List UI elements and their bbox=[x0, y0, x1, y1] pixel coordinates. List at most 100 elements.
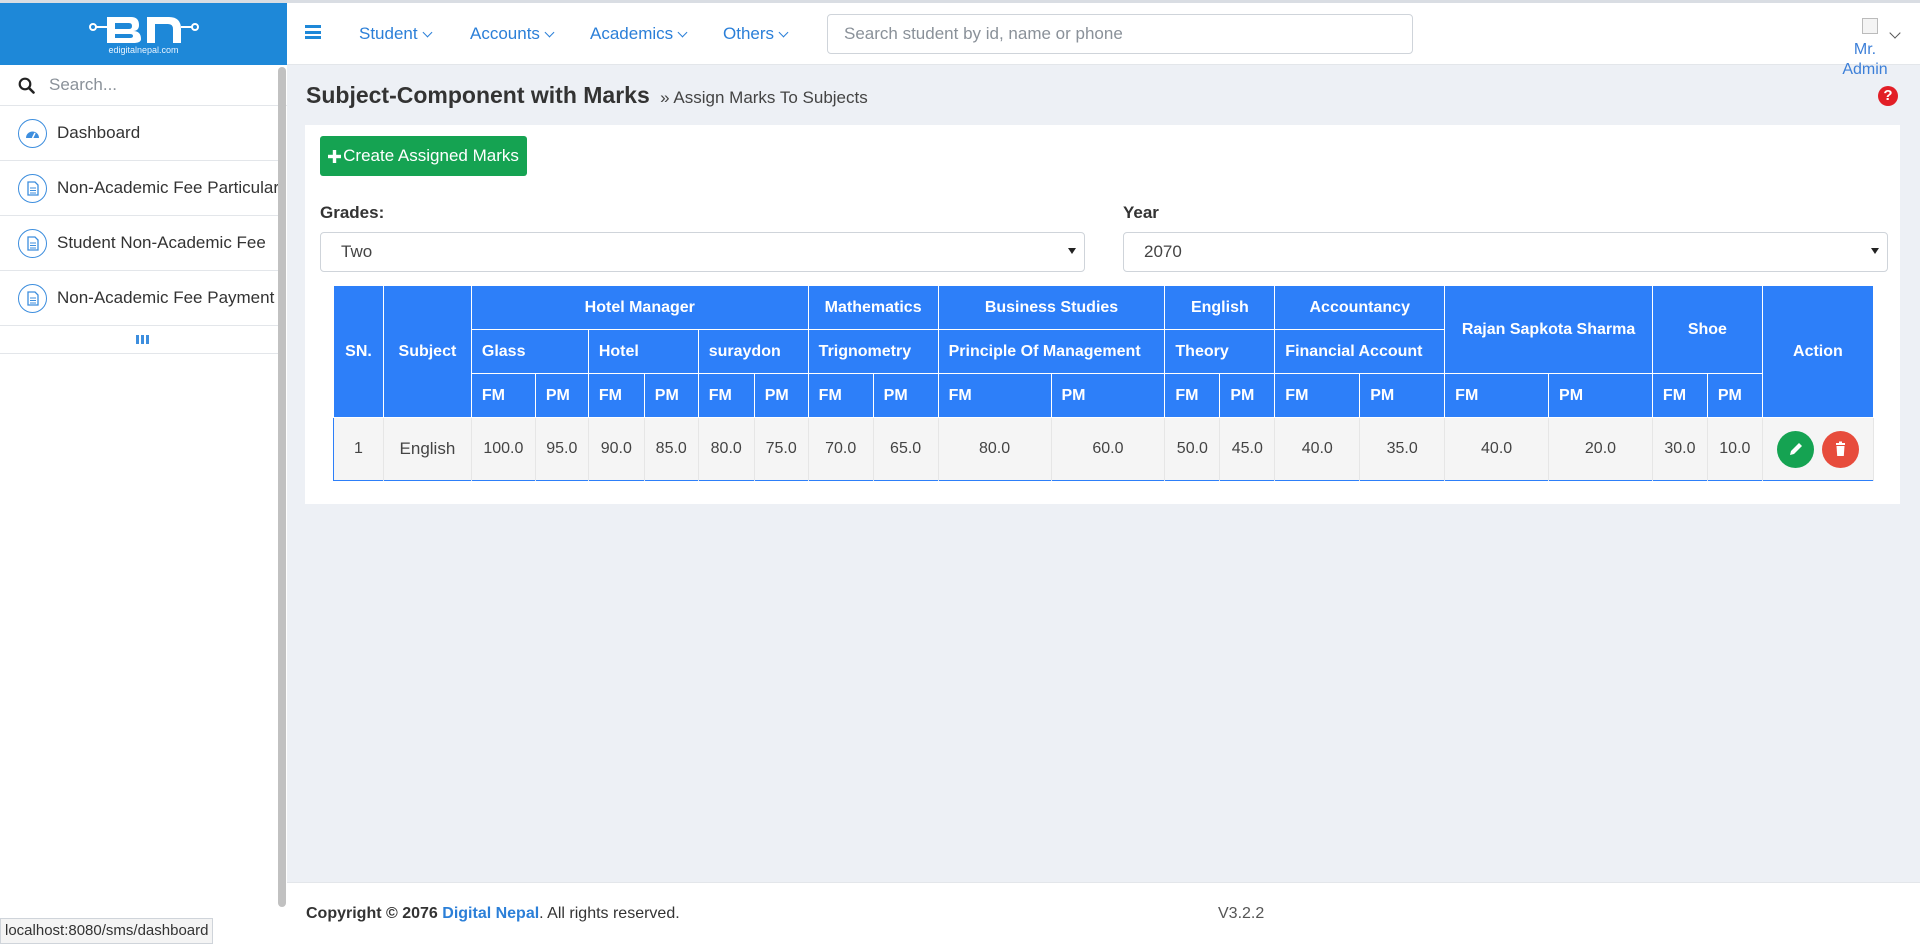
logo-mark-icon bbox=[88, 17, 199, 43]
fm-header: FM bbox=[1274, 373, 1361, 418]
fm-header: FM bbox=[807, 373, 874, 418]
footer: Copyright © 2076 Digital Nepal. All righ… bbox=[287, 882, 1920, 944]
document-icon bbox=[18, 173, 47, 203]
top-navbar: Student Accounts Academics Others Mr. Ad… bbox=[287, 3, 1920, 78]
cell-mark: 95.0 bbox=[535, 417, 589, 481]
sidebar-more-icon[interactable] bbox=[0, 326, 285, 354]
component-header: suraydon bbox=[697, 329, 809, 374]
group-header: English bbox=[1164, 285, 1276, 330]
logo-subtitle: edigitalnepal.com bbox=[108, 45, 179, 55]
pencil-icon bbox=[1789, 442, 1802, 455]
student-search-input[interactable] bbox=[827, 14, 1413, 54]
sidebar-item-label: Student Non-Academic Fee bbox=[57, 233, 266, 252]
chevron-down-icon bbox=[544, 27, 555, 37]
nav-menu-others[interactable]: Others bbox=[723, 3, 789, 65]
copyright: Copyright © 2076 Digital Nepal. All righ… bbox=[306, 905, 680, 923]
pm-header: PM bbox=[1359, 373, 1446, 418]
cell-mark: 40.0 bbox=[1274, 417, 1361, 481]
nav-menu-accounts[interactable]: Accounts bbox=[470, 3, 555, 65]
breadcrumb: » Assign Marks To Subjects bbox=[660, 88, 868, 107]
pm-header: PM bbox=[1548, 373, 1653, 418]
pm-header: PM bbox=[872, 373, 939, 418]
nav-menu-student[interactable]: Student bbox=[359, 3, 433, 65]
cell-mark: 80.0 bbox=[938, 417, 1052, 481]
copyright-prefix: Copyright © 2076 bbox=[306, 905, 443, 922]
cell-mark: 40.0 bbox=[1444, 417, 1550, 481]
content-card: Create Assigned Marks Grades: Two Year 2… bbox=[305, 125, 1900, 504]
create-button-label: Create Assigned Marks bbox=[343, 146, 519, 165]
sidebar-scrollbar[interactable] bbox=[278, 67, 286, 907]
fm-header: FM bbox=[1651, 373, 1708, 418]
chevron-down-icon bbox=[422, 27, 433, 37]
page-title: Subject-Component with Marks » Assign Ma… bbox=[306, 82, 868, 109]
cell-mark: 20.0 bbox=[1548, 417, 1653, 481]
group-header: Accountancy bbox=[1274, 285, 1446, 330]
cell-action bbox=[1762, 417, 1875, 481]
user-avatar[interactable]: Mr. Admin bbox=[1840, 18, 1890, 80]
marks-table: SN. Subject Hotel Manager Mathematics Bu… bbox=[333, 285, 1875, 481]
sidebar-item-label: Dashboard bbox=[57, 123, 141, 142]
avatar-broken-image-icon bbox=[1862, 18, 1878, 34]
cell-mark: 85.0 bbox=[644, 417, 699, 481]
cell-mark: 65.0 bbox=[873, 417, 939, 481]
brand-link[interactable]: Digital Nepal bbox=[442, 905, 539, 922]
group-header: Rajan Sapkota Sharma bbox=[1444, 285, 1653, 374]
dropdown-arrow-icon bbox=[1871, 248, 1879, 254]
page-title-text: Subject-Component with Marks bbox=[306, 82, 650, 108]
fm-header: FM bbox=[937, 373, 1052, 418]
nav-menu-academics[interactable]: Academics bbox=[590, 3, 688, 65]
col-action: Action bbox=[1761, 285, 1875, 418]
cell-subject: English bbox=[383, 417, 472, 481]
trash-icon bbox=[1836, 441, 1846, 456]
group-header: Business Studies bbox=[937, 285, 1166, 330]
fm-header: FM bbox=[587, 373, 645, 418]
sidebar-item-label: Non-Academic Fee Particular bbox=[57, 178, 280, 197]
component-header: Hotel bbox=[587, 329, 699, 374]
sidebar-search-input[interactable] bbox=[49, 75, 269, 95]
edit-button[interactable] bbox=[1776, 430, 1814, 468]
sidebar-search bbox=[0, 65, 287, 106]
group-header: Shoe bbox=[1651, 285, 1763, 374]
component-header: Theory bbox=[1164, 329, 1276, 374]
group-header: Hotel Manager bbox=[470, 285, 809, 330]
grades-select[interactable]: Two bbox=[320, 232, 1085, 272]
grades-selected-value: Two bbox=[341, 242, 373, 261]
cell-mark: 100.0 bbox=[471, 417, 536, 481]
cell-mark: 60.0 bbox=[1051, 417, 1166, 481]
document-icon bbox=[18, 283, 47, 313]
sidebar-item-dashboard[interactable]: Dashboard bbox=[0, 106, 285, 161]
nav-menu-label: Accounts bbox=[470, 24, 540, 43]
status-bar-url: localhost:8080/sms/dashboard bbox=[0, 918, 214, 944]
help-icon[interactable]: ? bbox=[1878, 86, 1898, 106]
user-menu-chevron-icon[interactable] bbox=[1889, 27, 1901, 39]
cell-mark: 70.0 bbox=[808, 417, 874, 481]
cell-sn: 1 bbox=[333, 417, 384, 481]
hamburger-menu-icon[interactable] bbox=[305, 25, 321, 39]
nav-menu-label: Student bbox=[359, 24, 418, 43]
cell-mark: 10.0 bbox=[1707, 417, 1763, 481]
component-header: Trignometry bbox=[807, 329, 939, 374]
brand-logo[interactable]: edigitalnepal.com bbox=[0, 3, 287, 65]
sidebar-item-non-academic-fee-particular[interactable]: Non-Academic Fee Particular bbox=[0, 161, 285, 216]
delete-button[interactable] bbox=[1822, 430, 1860, 468]
plus-icon bbox=[328, 149, 342, 163]
nav-menu-label: Others bbox=[723, 24, 775, 43]
year-selected-value: 2070 bbox=[1144, 242, 1182, 261]
cell-mark: 35.0 bbox=[1359, 417, 1446, 481]
cell-mark: 45.0 bbox=[1219, 417, 1276, 481]
pm-header: PM bbox=[1219, 373, 1276, 418]
dashboard-icon bbox=[18, 118, 47, 148]
cell-mark: 30.0 bbox=[1652, 417, 1708, 481]
user-name-line1: Mr. bbox=[1853, 41, 1877, 58]
pm-header: PM bbox=[753, 373, 809, 418]
breadcrumb-current: Assign Marks To Subjects bbox=[673, 88, 868, 107]
fm-header: FM bbox=[697, 373, 755, 418]
sidebar-item-non-academic-fee-payment[interactable]: Non-Academic Fee Payment bbox=[0, 271, 285, 326]
year-select[interactable]: 2070 bbox=[1123, 232, 1888, 272]
copyright-suffix: . All rights reserved. bbox=[539, 905, 680, 922]
sidebar-item-student-non-academic-fee[interactable]: Student Non-Academic Fee bbox=[0, 216, 285, 271]
cell-mark: 80.0 bbox=[698, 417, 755, 481]
cell-mark: 75.0 bbox=[754, 417, 809, 481]
create-assigned-marks-button[interactable]: Create Assigned Marks bbox=[320, 136, 527, 176]
sidebar: Dashboard Non-Academic Fee Particular St… bbox=[0, 65, 287, 944]
